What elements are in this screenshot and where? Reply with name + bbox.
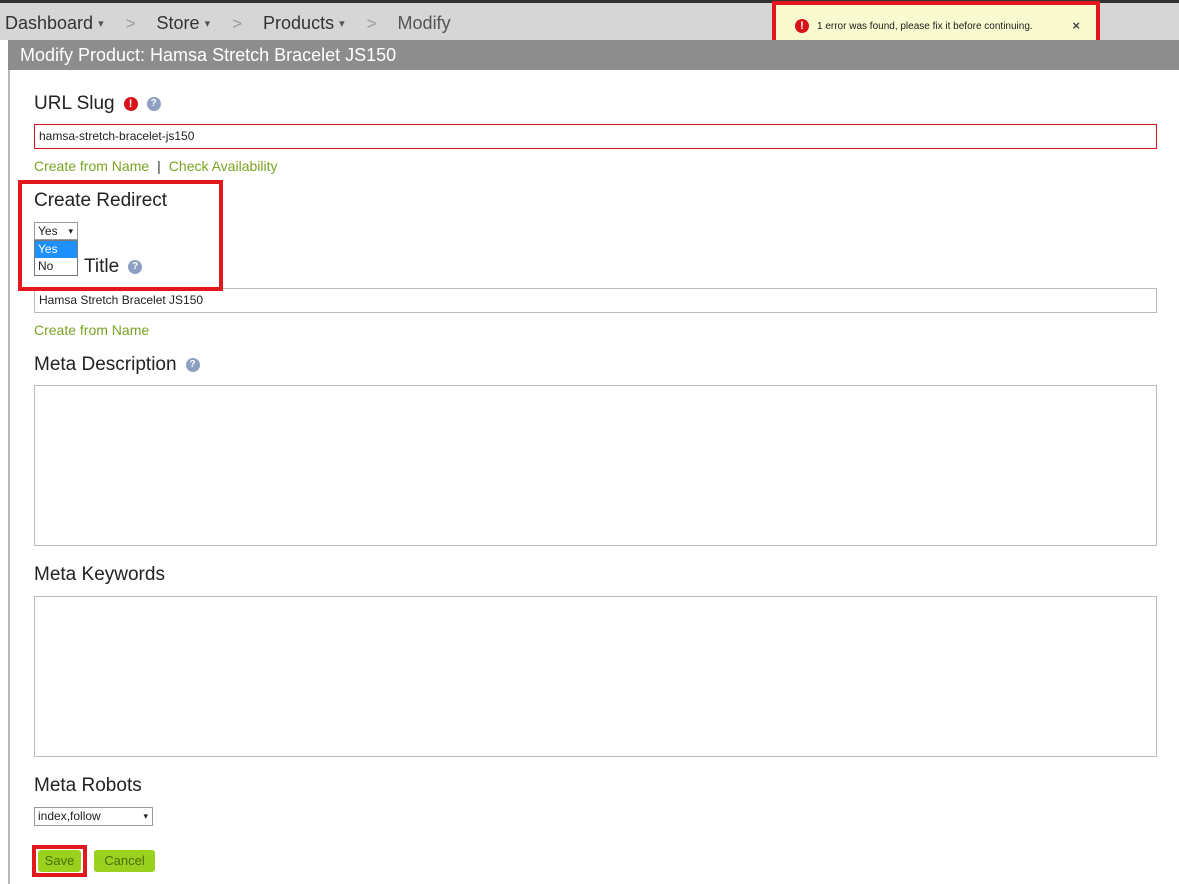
- meta-keywords-label: Meta Keywords: [34, 564, 165, 585]
- breadcrumb-modify: Modify: [397, 13, 451, 33]
- page-title-links: Create from Name: [34, 322, 149, 338]
- option-no[interactable]: No: [35, 258, 77, 275]
- close-icon[interactable]: ×: [1072, 18, 1080, 33]
- option-yes[interactable]: Yes: [35, 241, 77, 258]
- chevron-down-icon: ▾: [143, 811, 148, 821]
- breadcrumb: Dashboard ▾ > Store ▾ > Products ▾ > Mod…: [5, 13, 451, 34]
- breadcrumb-separator: >: [232, 13, 243, 33]
- meta-description-label: Meta Description: [34, 354, 177, 375]
- meta-robots-label: Meta Robots: [34, 775, 142, 796]
- error-alert-message: 1 error was found, please fix it before …: [817, 20, 1033, 32]
- create-redirect-options: Yes No: [34, 240, 78, 276]
- cancel-button[interactable]: Cancel: [94, 850, 155, 872]
- page-title-input[interactable]: Hamsa Stretch Bracelet JS150: [34, 288, 1157, 313]
- breadcrumb-separator: >: [125, 13, 136, 33]
- error-icon: !: [123, 97, 138, 111]
- create-title-from-name-link[interactable]: Create from Name: [34, 322, 149, 338]
- meta-description-textarea[interactable]: [34, 385, 1157, 546]
- breadcrumb-products[interactable]: Products ▾: [263, 13, 345, 34]
- create-redirect-label: Create Redirect: [34, 190, 168, 211]
- chevron-down-icon: ▾: [98, 18, 104, 30]
- breadcrumb-store[interactable]: Store ▾: [157, 13, 211, 34]
- left-divider: [8, 40, 10, 884]
- link-separator: |: [157, 158, 161, 174]
- meta-robots-label-row: Meta Robots: [34, 775, 142, 797]
- create-redirect-select[interactable]: Yes ▾: [34, 222, 78, 240]
- breadcrumb-dashboard[interactable]: Dashboard ▾: [5, 13, 104, 34]
- breadcrumb-dashboard-label: Dashboard: [5, 13, 94, 33]
- meta-keywords-textarea[interactable]: [34, 596, 1157, 757]
- breadcrumb-store-label: Store: [156, 13, 200, 33]
- meta-description-label-row: Meta Description ?: [34, 354, 200, 376]
- page-title: Modify Product: Hamsa Stretch Bracelet J…: [8, 40, 1179, 70]
- url-slug-label: URL Slug: [34, 93, 115, 114]
- url-slug-label-row: URL Slug ! ?: [34, 93, 161, 115]
- chevron-down-icon: ▾: [204, 18, 211, 30]
- breadcrumb-products-label: Products: [263, 13, 335, 33]
- chevron-down-icon: ▾: [68, 226, 73, 236]
- save-button[interactable]: Save: [38, 850, 81, 872]
- create-redirect-selected: Yes: [38, 224, 58, 238]
- create-redirect-label-row: Create Redirect: [34, 190, 167, 212]
- meta-robots-selected: index,follow: [38, 809, 101, 823]
- breadcrumb-separator: >: [366, 13, 377, 33]
- create-slug-from-name-link[interactable]: Create from Name: [34, 158, 149, 174]
- chevron-down-icon: ▾: [339, 18, 345, 30]
- help-icon[interactable]: ?: [146, 97, 161, 111]
- meta-keywords-label-row: Meta Keywords: [34, 564, 165, 586]
- check-availability-link[interactable]: Check Availability: [169, 158, 278, 174]
- meta-robots-select[interactable]: index,follow ▾: [34, 807, 153, 826]
- error-icon: !: [795, 19, 809, 33]
- url-slug-links: Create from Name | Check Availability: [34, 158, 277, 174]
- help-icon[interactable]: ?: [185, 358, 200, 372]
- url-slug-input[interactable]: hamsa-stretch-bracelet-js150: [34, 124, 1157, 149]
